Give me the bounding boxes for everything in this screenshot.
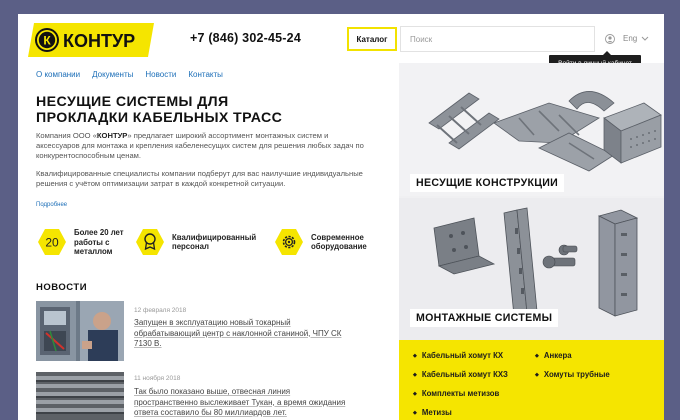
main-nav: О компании Документы Новости Контакты xyxy=(36,70,223,79)
news-image-metal[interactable] xyxy=(36,372,124,420)
medal-icon xyxy=(136,229,164,255)
feature-equipment: Современное оборудование xyxy=(275,228,367,256)
news-link[interactable]: Запущен в эксплуатацию новый токарный обр… xyxy=(134,318,366,350)
link-pipe-clamps[interactable]: Хомуты трубные xyxy=(535,370,610,379)
link-anchors[interactable]: Анкера xyxy=(535,351,572,360)
feature-staff: Квалифицированный персонал xyxy=(136,228,256,256)
language-switch[interactable]: Eng xyxy=(623,34,637,43)
intro-paragraph-2: Квалифицированные специалисты компании п… xyxy=(36,169,363,188)
news-link[interactable]: Так было показано выше, отвесная линия пр… xyxy=(134,387,366,419)
phone-number[interactable]: +7 (846) 302-45-24 xyxy=(190,31,301,45)
page-title: НЕСУЩИЕ СИСТЕМЫ ДЛЯ ПРОКЛАДКИ КАБЕЛЬНЫХ … xyxy=(36,94,283,126)
nav-item-about[interactable]: О компании xyxy=(36,70,80,79)
gear-icon xyxy=(275,229,303,255)
more-link[interactable]: Подробнее xyxy=(36,202,67,208)
kontur-logo[interactable]: К КОНТУР xyxy=(28,23,154,57)
nav-item-news[interactable]: Новости xyxy=(145,70,176,79)
nav-item-documents[interactable]: Документы xyxy=(92,70,133,79)
search-input[interactable] xyxy=(400,26,595,52)
svg-text:К: К xyxy=(43,34,51,48)
link-fastener-sets[interactable]: Комплекты метизов xyxy=(413,389,499,398)
link-cable-clamp-kh[interactable]: Кабельный хомут КХ xyxy=(413,351,503,360)
years-20-icon: 20 xyxy=(38,229,66,256)
catalog-button[interactable]: Каталог xyxy=(347,27,397,51)
svg-text:20: 20 xyxy=(45,236,59,250)
nav-item-contacts[interactable]: Контакты xyxy=(188,70,223,79)
feature-experience: 20 Более 20 лет работы с металлом xyxy=(38,228,124,257)
link-cable-clamp-khz[interactable]: Кабельный хомут КХЗ xyxy=(413,370,508,379)
catalog-panels: НЕСУЩИЕ КОНСТРУКЦИИ МОНТАЖНЫЕ СИСТЕМЫ ◆ … xyxy=(399,63,664,420)
intro-paragraph: Компания ООО «КОНТУР» предлагает широкий… xyxy=(36,131,364,160)
logo-text: КОНТУР xyxy=(63,31,135,51)
news-date: 11 ноября 2018 xyxy=(134,375,181,382)
link-fasteners[interactable]: Метизы xyxy=(413,408,452,417)
chevron-down-icon[interactable] xyxy=(641,35,649,42)
news-date: 12 февраля 2018 xyxy=(134,307,187,314)
news-image-lathe[interactable] xyxy=(36,301,124,361)
user-icon[interactable] xyxy=(605,34,615,44)
page: К КОНТУР +7 (846) 302-45-24 Каталог Eng … xyxy=(18,14,664,420)
category-title-carrying[interactable]: НЕСУЩИЕ КОНСТРУКЦИИ xyxy=(410,174,565,192)
news-heading: НОВОСТИ xyxy=(36,282,88,293)
category-title-mounting[interactable]: МОНТАЖНЫЕ СИСТЕМЫ xyxy=(410,309,559,327)
mounting-links-panel: Кабельный хомут КХ Кабельный хомут КХЗ К… xyxy=(399,340,664,420)
